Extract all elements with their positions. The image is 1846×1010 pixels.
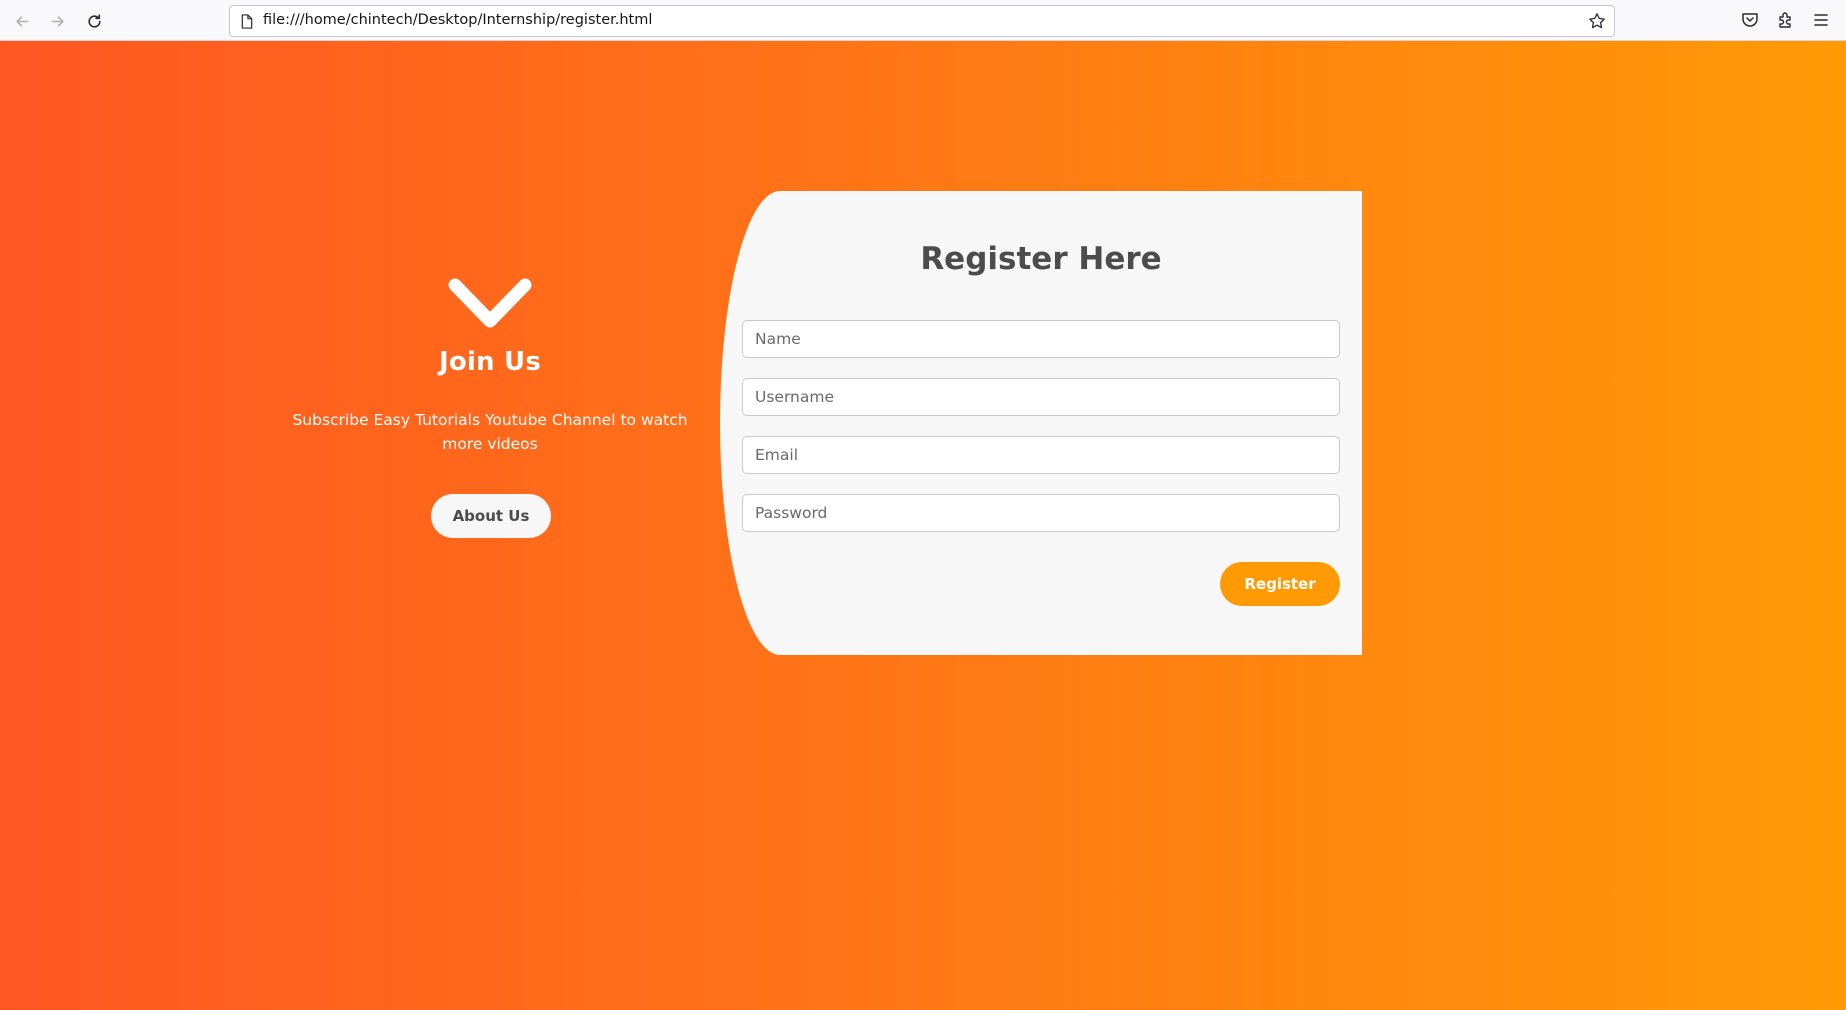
email-input[interactable] [742, 436, 1340, 474]
page-background: Join Us Subscribe Easy Tutorials Youtube… [0, 41, 1846, 1010]
register-button[interactable]: Register [1220, 562, 1340, 606]
url-text[interactable]: file:///home/chintech/Desktop/Internship… [263, 12, 652, 28]
about-us-button[interactable]: About Us [431, 494, 551, 538]
password-input[interactable] [742, 494, 1340, 532]
address-bar[interactable]: file:///home/chintech/Desktop/Internship… [229, 5, 1615, 37]
pocket-icon[interactable] [1740, 10, 1760, 30]
join-title: Join Us [439, 347, 541, 377]
back-button[interactable] [9, 8, 35, 34]
star-icon[interactable] [1588, 12, 1606, 30]
reload-button[interactable] [81, 8, 107, 34]
register-title: Register Here [920, 241, 1162, 277]
username-input[interactable] [742, 378, 1340, 416]
arrow-left-icon [15, 15, 29, 27]
reload-icon [87, 13, 101, 28]
puzzle-icon[interactable] [1776, 10, 1796, 30]
page-icon [241, 14, 253, 29]
chevron-check-icon [448, 278, 532, 328]
arrow-right-icon [50, 15, 64, 27]
name-input[interactable] [742, 320, 1340, 358]
join-description: Subscribe Easy Tutorials Youtube Channel… [292, 411, 688, 453]
browser-toolbar: file:///home/chintech/Desktop/Internship… [0, 0, 1846, 41]
register-card: Register Here Register [720, 191, 1362, 655]
forward-button[interactable] [44, 8, 70, 34]
hamburger-menu-icon[interactable] [1811, 10, 1831, 30]
